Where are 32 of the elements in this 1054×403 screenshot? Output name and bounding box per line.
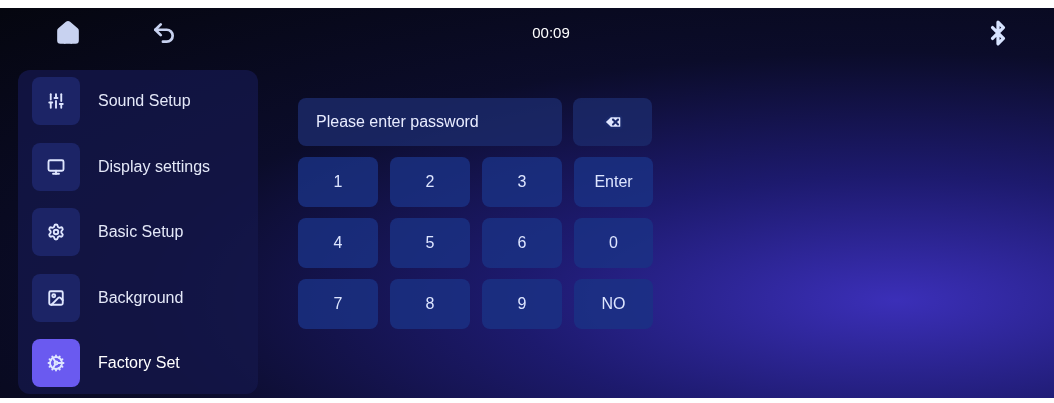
sliders-icon xyxy=(47,92,65,110)
keypad-key[interactable]: 9 xyxy=(482,279,562,329)
sidebar-item[interactable]: Sound Setup xyxy=(32,76,258,126)
backspace-button[interactable] xyxy=(573,98,652,146)
sidebar-item[interactable]: Background xyxy=(32,272,258,323)
sidebar-label: Sound Setup xyxy=(98,91,191,111)
keypad-key[interactable]: 4 xyxy=(298,218,378,268)
keypad-key[interactable]: 7 xyxy=(298,279,378,329)
monitor-icon xyxy=(47,157,65,176)
keypad-key[interactable]: NO xyxy=(574,279,653,329)
gear-icon xyxy=(47,354,65,372)
keypad-key[interactable]: 6 xyxy=(482,218,562,268)
sidebar-item[interactable]: Basic Setup xyxy=(32,207,258,257)
home-icon[interactable] xyxy=(55,20,81,46)
clock-time: 00:09 xyxy=(532,22,570,43)
back-icon[interactable] xyxy=(151,20,177,46)
sidebar-label: Display settings xyxy=(98,156,211,177)
sidebar-label: Basic Setup xyxy=(98,222,184,242)
sidebar-item[interactable]: Display settings xyxy=(32,141,258,192)
sidebar-label: Factory Set xyxy=(98,353,180,373)
settings-icon xyxy=(47,223,65,241)
keypad-key[interactable]: 2 xyxy=(390,157,470,207)
keypad-key[interactable]: 0 xyxy=(574,218,653,268)
keypad-key[interactable]: 1 xyxy=(298,157,378,207)
keypad-key[interactable]: 8 xyxy=(390,279,470,329)
image-icon xyxy=(47,288,65,307)
password-field[interactable]: Please enter password xyxy=(298,98,562,146)
sidebar-item[interactable]: Factory Set xyxy=(32,338,258,388)
keypad-key[interactable]: Enter xyxy=(574,157,653,207)
keypad-key[interactable]: 3 xyxy=(482,157,562,207)
sidebar-label: Background xyxy=(98,287,184,308)
keypad-key[interactable]: 5 xyxy=(390,218,470,268)
